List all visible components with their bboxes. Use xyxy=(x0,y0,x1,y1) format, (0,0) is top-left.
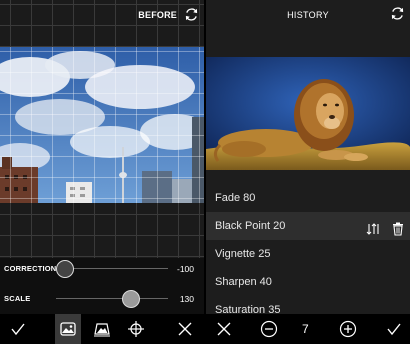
scale-value: 130 xyxy=(179,294,194,304)
perspective-icon xyxy=(93,321,111,337)
apply-button[interactable] xyxy=(381,314,407,344)
history-title: HISTORY xyxy=(287,10,329,20)
crop-move-icon xyxy=(127,320,145,338)
crop-editor-panel: BEFORE CORRECTION -100 SCALE 130 xyxy=(0,0,204,344)
correction-label: CORRECTION xyxy=(4,264,57,273)
checkmark-icon xyxy=(387,322,401,336)
adjustment-controls: CORRECTION -100 SCALE 130 xyxy=(0,258,204,314)
lion-photo[interactable] xyxy=(206,57,410,170)
before-toggle[interactable]: BEFORE xyxy=(138,10,177,20)
history-item[interactable]: Fade 80 xyxy=(206,184,410,212)
correction-value: -100 xyxy=(176,264,194,274)
checkmark-icon xyxy=(11,322,25,336)
edit-toolbar xyxy=(0,314,204,344)
step-back-button[interactable] xyxy=(256,314,282,344)
history-item-label: Fade 80 xyxy=(215,192,256,204)
history-item-label: Vignette 25 xyxy=(215,248,271,260)
perspective-button[interactable] xyxy=(89,314,115,344)
close-icon xyxy=(217,322,231,336)
history-item[interactable]: Sharpen 40 xyxy=(206,268,410,296)
close-icon xyxy=(178,322,192,336)
apply-button[interactable] xyxy=(5,314,31,344)
scale-slider[interactable]: SCALE 130 xyxy=(0,288,204,310)
scale-label: SCALE xyxy=(4,294,31,303)
reset-icon[interactable] xyxy=(184,7,199,22)
minus-circle-icon xyxy=(260,320,278,338)
history-item[interactable]: Vignette 25 xyxy=(206,240,410,268)
crop-move-button[interactable] xyxy=(123,314,149,344)
history-list: Fade 80 Black Point 20 Vignette 25 Sharp… xyxy=(206,184,410,324)
history-step-count: 7 xyxy=(302,322,309,336)
history-item-label: Sharpen 40 xyxy=(215,276,272,288)
history-item[interactable]: Black Point 20 xyxy=(206,212,410,240)
plus-circle-icon xyxy=(339,320,357,338)
history-panel: HISTORY Fade 80 Black Point 20 Vignette … xyxy=(206,0,410,344)
history-item-label: Black Point 20 xyxy=(215,220,286,232)
scale-track[interactable] xyxy=(56,298,168,299)
city-sky-photo[interactable] xyxy=(0,47,204,203)
cancel-button[interactable] xyxy=(172,314,198,344)
rotate-image-button[interactable] xyxy=(55,314,81,344)
correction-thumb[interactable] xyxy=(56,260,74,278)
step-forward-button[interactable] xyxy=(335,314,361,344)
history-toolbar: 7 xyxy=(206,314,410,344)
scale-thumb[interactable] xyxy=(122,290,140,308)
rotate-image-icon xyxy=(59,321,77,337)
reset-icon[interactable] xyxy=(390,6,405,21)
cancel-button[interactable] xyxy=(211,314,237,344)
correction-slider[interactable]: CORRECTION -100 xyxy=(0,258,204,280)
